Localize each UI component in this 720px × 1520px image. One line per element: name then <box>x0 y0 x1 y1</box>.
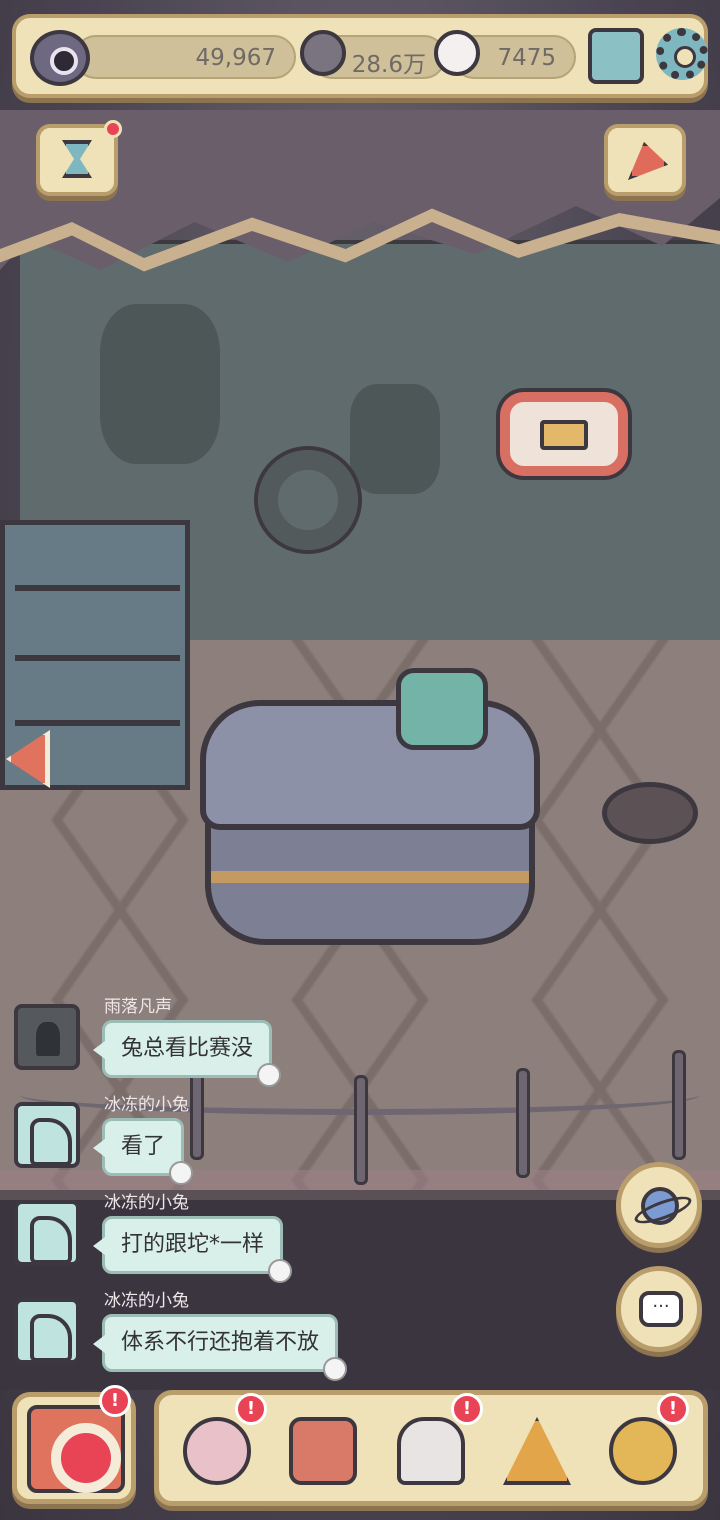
gear-icon[interactable] <box>656 28 708 80</box>
telephone[interactable] <box>396 668 488 750</box>
eye-counter: 49,967 <box>74 35 296 79</box>
ghost-icon <box>268 1259 293 1283</box>
party-button[interactable] <box>604 124 686 196</box>
chat-username: 冰冻的小兔 <box>104 1095 189 1115</box>
chat-text: 体系不行还抱着不放 <box>121 1330 320 1355</box>
key-coin-icon <box>609 1417 677 1485</box>
party-popper-icon <box>628 142 668 180</box>
chat-text: 看了 <box>121 1134 166 1159</box>
chat-username: 冰冻的小兔 <box>104 1193 189 1213</box>
avatar[interactable] <box>14 1298 80 1364</box>
chat-message: 冰冻的小兔 打的跟坨*一样 <box>14 1192 394 1284</box>
bed-sign[interactable] <box>500 392 628 476</box>
ghost-icon <box>323 1357 348 1381</box>
tray-item-snail[interactable]: ! <box>179 1393 267 1491</box>
record-button[interactable]: ! <box>12 1385 136 1504</box>
chat-username: 雨落凡声 <box>104 997 172 1017</box>
alert-badge: ! <box>235 1393 267 1425</box>
chat-button[interactable]: ··· <box>616 1266 702 1352</box>
speech-bubble-icon <box>300 30 346 76</box>
table-stripe <box>211 871 529 883</box>
notification-dot <box>104 120 122 138</box>
hourglass-button[interactable] <box>36 120 122 196</box>
alert-badge: ! <box>657 1393 689 1425</box>
resource-bar: 49,967 28.6万 7475 <box>12 14 708 98</box>
chat-bubble: 体系不行还抱着不放 <box>102 1314 348 1381</box>
tray-item-suitcase[interactable] <box>285 1407 361 1491</box>
bust-statue-icon <box>397 1417 465 1485</box>
planet-button[interactable] <box>616 1162 702 1248</box>
chat-icon: ··· <box>639 1291 683 1327</box>
ghost-icon <box>434 30 480 76</box>
eye-count: 49,967 <box>195 45 276 71</box>
avatar[interactable] <box>14 1200 80 1266</box>
record-icon <box>27 1405 125 1493</box>
message-count: 28.6万 <box>351 52 426 78</box>
planet-icon <box>641 1187 679 1225</box>
manhole-cover <box>602 782 698 844</box>
shelf-plank <box>15 585 180 591</box>
chat-bubble: 看了 <box>102 1118 194 1185</box>
snail-icon <box>183 1417 251 1485</box>
avatar[interactable] <box>14 1004 80 1070</box>
chat-text: 打的跟坨*一样 <box>121 1232 265 1257</box>
ghost-icon <box>257 1063 282 1087</box>
mail-icon[interactable] <box>588 28 644 84</box>
alert-badge: ! <box>99 1385 131 1417</box>
hanging-tire <box>258 450 358 550</box>
alert-badge: ! <box>451 1393 483 1425</box>
tray-item-pyramid[interactable] <box>499 1407 575 1491</box>
shelf-plank <box>15 655 180 661</box>
chat-message: 冰冻的小兔 体系不行还抱着不放 <box>14 1290 394 1382</box>
bottom-tray: ! ! ! <box>154 1390 708 1506</box>
chat-message: 冰冻的小兔 看了 <box>14 1094 394 1186</box>
chat-text: 兔总看比赛没 <box>121 1036 254 1061</box>
avatar[interactable] <box>14 1102 80 1168</box>
table-base <box>205 815 535 945</box>
shelf-plank <box>15 720 180 726</box>
game-screen: 49,967 28.6万 7475 雨落凡声 兔总看比赛没 冰冻的小兔 看了 冰… <box>0 0 720 1520</box>
pyramid-eye-icon <box>503 1417 571 1485</box>
ghost-icon <box>169 1161 194 1185</box>
chat-bubble: 兔总看比赛没 <box>102 1020 282 1087</box>
wall-stain <box>350 384 440 494</box>
suitcase-icon <box>289 1417 357 1485</box>
chat-bubble: 打的跟坨*一样 <box>102 1216 293 1283</box>
round-table <box>200 700 540 830</box>
hourglass-icon <box>62 140 92 178</box>
bed-icon <box>540 420 588 450</box>
wall-stain <box>100 304 220 464</box>
tray-item-key[interactable]: ! <box>605 1393 689 1491</box>
barrier-post <box>672 1050 686 1160</box>
tray-item-statue[interactable]: ! <box>393 1393 483 1491</box>
eye-icon <box>30 30 90 86</box>
ghost-count: 7475 <box>497 45 556 71</box>
chat-username: 冰冻的小兔 <box>104 1291 189 1311</box>
chat-message: 雨落凡声 兔总看比赛没 <box>14 996 394 1088</box>
barrier-post <box>516 1068 530 1178</box>
